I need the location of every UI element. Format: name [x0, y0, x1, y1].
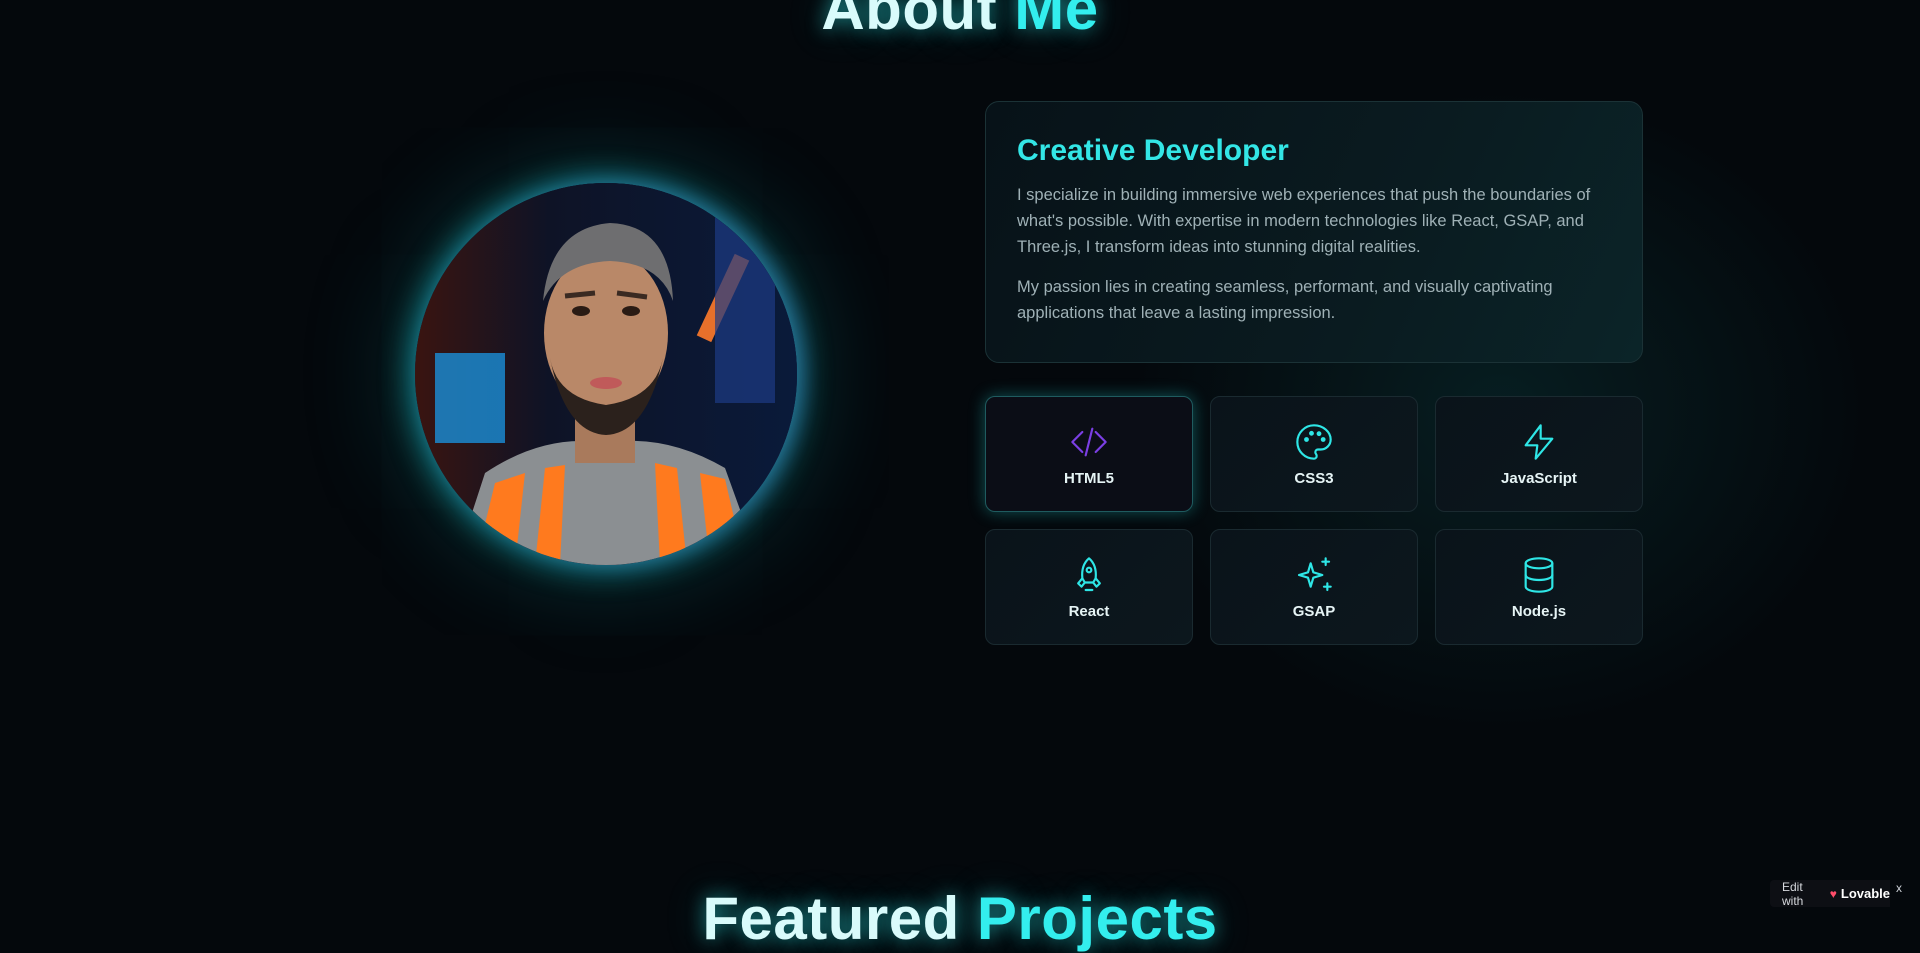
profile-card-title: Creative Developer: [1017, 134, 1289, 167]
skill-card-nodejs[interactable]: Node.js: [1435, 529, 1643, 645]
database-icon: [1519, 555, 1559, 595]
edit-with-lovable-badge[interactable]: Edit with ♥ Lovable: [1770, 879, 1890, 908]
badge-close-button[interactable]: x: [1896, 881, 1902, 895]
badge-prefix: Edit with: [1782, 879, 1804, 908]
sparkles-icon: [1294, 555, 1334, 595]
profile-card: Creative Developer I specialize in build…: [985, 101, 1643, 363]
skills-grid: HTML5 CSS3 JavaScript React GSAP Node.js: [985, 396, 1643, 645]
skill-card-react[interactable]: React: [985, 529, 1193, 645]
skill-label: JavaScript: [1501, 469, 1577, 487]
skill-label: Node.js: [1511, 602, 1567, 620]
skill-card-css3[interactable]: CSS3: [1210, 396, 1418, 512]
projects-section-title: Featured Projects: [0, 884, 1920, 953]
projects-title-part1: Featured: [702, 885, 960, 952]
profile-paragraph-2: My passion lies in creating seamless, pe…: [1017, 278, 1553, 322]
skill-card-gsap[interactable]: GSAP: [1210, 529, 1418, 645]
palette-icon: [1294, 422, 1334, 462]
skill-label: HTML5: [1064, 469, 1114, 487]
skill-card-html5[interactable]: HTML5: [985, 396, 1193, 512]
skill-card-javascript[interactable]: JavaScript: [1435, 396, 1643, 512]
skill-label: CSS3: [1294, 469, 1334, 487]
heart-icon: ♥: [1829, 886, 1837, 901]
profile-photo: [415, 183, 797, 565]
profile-photo-illustration: [415, 183, 797, 565]
rocket-icon: [1069, 555, 1109, 595]
skill-label: GSAP: [1292, 602, 1336, 620]
badge-brand: Lovable: [1840, 886, 1890, 901]
code-icon: [1069, 422, 1109, 462]
about-title-part1: About: [821, 0, 998, 42]
skill-label: React: [1068, 602, 1110, 620]
about-section-title: About Me: [0, 0, 1920, 43]
projects-title-part2: Projects: [976, 885, 1218, 952]
about-title-part2: Me: [1014, 0, 1099, 42]
profile-paragraph-1: I specialize in building immersive web e…: [1017, 186, 1591, 256]
zap-icon: [1519, 422, 1559, 462]
